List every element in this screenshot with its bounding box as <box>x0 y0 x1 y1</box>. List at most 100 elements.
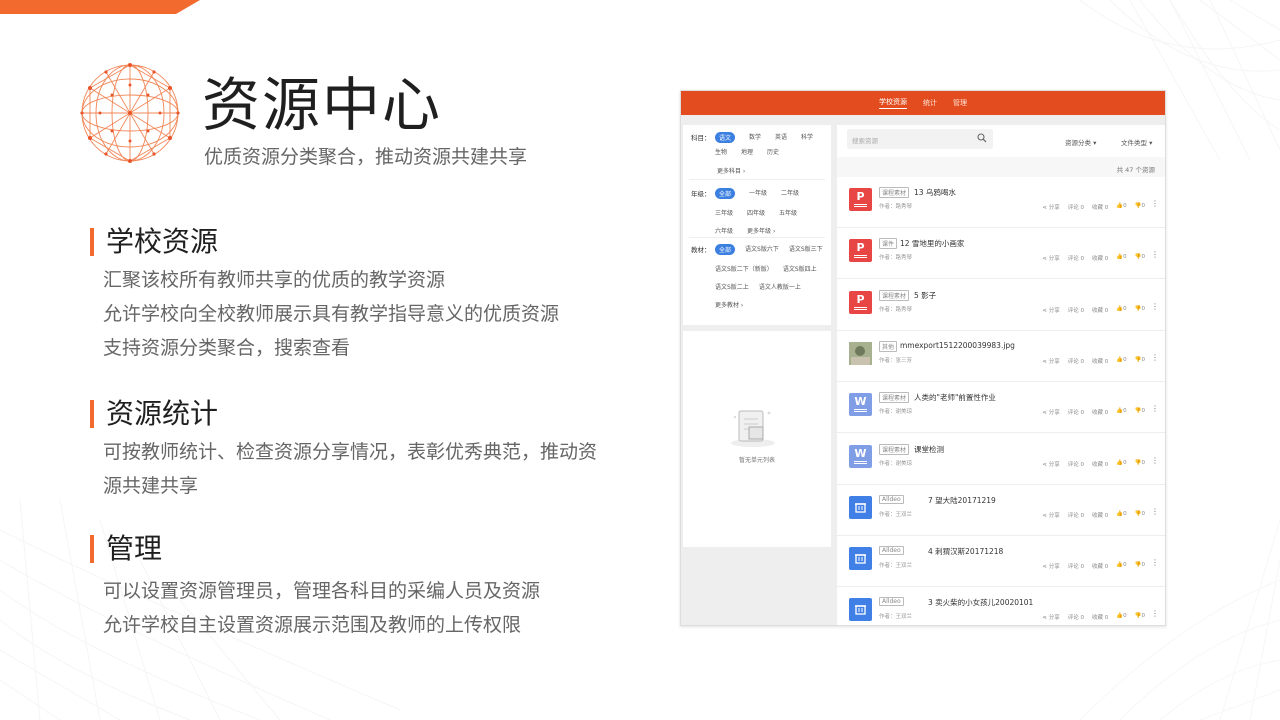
comment-button[interactable]: 评论 0 <box>1068 203 1084 211</box>
resource-title[interactable]: 3 卖火柴的小女孩儿20020101 <box>928 597 1033 608</box>
share-button[interactable]: ⋖ 分享 <box>1042 408 1059 416</box>
share-button[interactable]: ⋖ 分享 <box>1042 203 1059 211</box>
resource-item[interactable]: P 课件 12 雪地里的小画家 作者：路秀琴 ⋖ 分享 评论 0 收藏 0 👍0 👎0 ⋮ <box>837 228 1165 280</box>
resource-item[interactable]: W 课程素材 课堂检测 作者：谢美琼 ⋖ 分享 评论 0 收藏 0 👍0 👎0 ⋮ <box>837 434 1165 485</box>
more-options-icon[interactable]: ⋮ <box>1151 405 1159 413</box>
dislike-button[interactable]: 👎0 <box>1135 306 1145 314</box>
filter-option[interactable]: 地理 <box>741 147 753 156</box>
more-options-icon[interactable]: ⋮ <box>1151 610 1159 618</box>
dislike-button[interactable]: 👎0 <box>1135 613 1145 621</box>
resource-title[interactable]: 7 望大陆20171219 <box>928 495 996 506</box>
favorite-button[interactable]: 收藏 0 <box>1092 306 1108 314</box>
nav-tab-manage[interactable]: 管理 <box>953 98 967 108</box>
dislike-button[interactable]: 👎0 <box>1135 357 1145 365</box>
resource-item[interactable]: Alldeo 3 卖火柴的小女孩儿20020101 作者：王双兰 ⋖ 分享 评论 0 收藏… <box>837 587 1165 625</box>
comment-button[interactable]: 评论 0 <box>1068 511 1084 519</box>
resource-title[interactable]: 5 影子 <box>914 290 936 301</box>
favorite-button[interactable]: 收藏 0 <box>1092 511 1108 519</box>
filter-option[interactable]: 语文S版六下 <box>745 244 779 255</box>
filter-option[interactable]: 全部 <box>715 188 736 199</box>
resource-item[interactable]: P 课程素材 13 乌鸦喝水 作者：路秀琴 ⋖ 分享 评论 0 收藏 0 👍0 👎0 ⋮ <box>837 177 1165 228</box>
comment-button[interactable]: 评论 0 <box>1068 613 1084 621</box>
resource-item[interactable]: Alldeo 7 望大陆20171219 作者：王双兰 ⋖ 分享 评论 0 收藏 0 👍0 👎… <box>837 485 1165 536</box>
search-icon[interactable] <box>977 133 987 143</box>
share-button[interactable]: ⋖ 分享 <box>1042 357 1059 365</box>
like-button[interactable]: 👍0 <box>1116 306 1126 314</box>
more-options-icon[interactable]: ⋮ <box>1151 507 1159 516</box>
filter-option[interactable]: 二年级 <box>781 188 799 199</box>
like-button[interactable]: 👍0 <box>1116 460 1126 468</box>
share-button[interactable]: ⋖ 分享 <box>1042 460 1059 468</box>
more-grades-link[interactable]: 更多年级 › <box>747 226 775 235</box>
favorite-button[interactable]: 收藏 0 <box>1092 357 1108 365</box>
search-input[interactable]: 搜索资源 <box>847 129 993 149</box>
file-type-dropdown[interactable]: 文件类型 ▾ <box>1121 137 1152 147</box>
share-button[interactable]: ⋖ 分享 <box>1042 254 1059 262</box>
resource-item[interactable]: P 课程素材 5 影子 作者：路秀琴 ⋖ 分享 评论 0 收藏 0 👍0 👎0 ⋮ <box>837 280 1165 331</box>
resource-title[interactable]: 课堂检测 <box>914 444 944 455</box>
like-button[interactable]: 👍0 <box>1116 613 1126 621</box>
filter-option[interactable]: 数学 <box>749 132 761 143</box>
more-textbooks-link[interactable]: 更多教材 › <box>715 300 743 309</box>
resource-item[interactable]: Alldeo 4 刺猬汉斯20171218 作者：王双兰 ⋖ 分享 评论 0 收藏 0 👍0… <box>837 536 1165 588</box>
filter-option[interactable]: 科学 <box>801 132 813 143</box>
share-button[interactable]: ⋖ 分享 <box>1042 306 1059 314</box>
like-button[interactable]: 👍0 <box>1116 357 1126 365</box>
like-button[interactable]: 👍0 <box>1116 408 1126 416</box>
share-button[interactable]: ⋖ 分享 <box>1042 613 1059 621</box>
filter-option[interactable]: 三年级 <box>715 208 733 217</box>
filter-option[interactable]: 六年级 <box>715 226 733 235</box>
comment-button[interactable]: 评论 0 <box>1068 460 1084 468</box>
dislike-button[interactable]: 👎0 <box>1135 562 1145 570</box>
comment-button[interactable]: 评论 0 <box>1068 357 1084 365</box>
resource-title[interactable]: 人类的"老师"前置性作业 <box>914 392 996 403</box>
filter-option[interactable]: 语文S版三下 <box>789 244 823 255</box>
resource-category-dropdown[interactable]: 资源分类 ▾ <box>1065 137 1096 147</box>
favorite-button[interactable]: 收藏 0 <box>1092 408 1108 416</box>
filter-option[interactable]: 语文 <box>715 132 736 143</box>
favorite-button[interactable]: 收藏 0 <box>1092 203 1108 211</box>
dislike-button[interactable]: 👎0 <box>1135 408 1145 416</box>
nav-tab-school-resources[interactable]: 学校资源 <box>879 97 907 109</box>
share-button[interactable]: ⋖ 分享 <box>1042 511 1059 519</box>
filter-option[interactable]: 语文人教版一上 <box>759 282 801 291</box>
comment-button[interactable]: 评论 0 <box>1068 408 1084 416</box>
filter-option[interactable]: 英语 <box>775 132 787 143</box>
comment-button[interactable]: 评论 0 <box>1068 306 1084 314</box>
filter-option[interactable]: 语文S版二下（新版） <box>715 264 773 273</box>
filter-option[interactable]: 一年级 <box>749 188 767 199</box>
like-button[interactable]: 👍0 <box>1116 511 1126 519</box>
filter-option[interactable]: 全部 <box>715 244 736 255</box>
dislike-button[interactable]: 👎0 <box>1135 460 1145 468</box>
resource-item[interactable]: 其他 mmexport1512200039983.jpg 作者：张三芳 ⋖ 分享 评论 … <box>837 331 1165 382</box>
nav-tab-stats[interactable]: 统计 <box>923 98 937 108</box>
like-button[interactable]: 👍0 <box>1116 562 1126 570</box>
more-options-icon[interactable]: ⋮ <box>1151 302 1159 311</box>
filter-option[interactable]: 生物 <box>715 147 727 156</box>
more-subjects-link[interactable]: 更多科目 › <box>717 166 745 175</box>
dislike-button[interactable]: 👎0 <box>1135 203 1145 211</box>
like-button[interactable]: 👍0 <box>1116 254 1126 262</box>
resource-item[interactable]: W 课程素材 人类的"老师"前置性作业 作者：谢美琼 ⋖ 分享 评论 0 收藏 0 👍0 👎0 ⋮ <box>837 382 1165 434</box>
scrollbar[interactable] <box>826 331 831 547</box>
favorite-button[interactable]: 收藏 0 <box>1092 460 1108 468</box>
resource-title[interactable]: 13 乌鸦喝水 <box>914 187 956 198</box>
resource-title[interactable]: 4 刺猬汉斯20171218 <box>928 546 1003 557</box>
more-options-icon[interactable]: ⋮ <box>1151 353 1159 362</box>
filter-option[interactable]: 语文S版二上 <box>715 282 749 291</box>
resource-title[interactable]: mmexport1512200039983.jpg <box>900 341 1015 350</box>
favorite-button[interactable]: 收藏 0 <box>1092 613 1108 621</box>
dislike-button[interactable]: 👎0 <box>1135 511 1145 519</box>
dislike-button[interactable]: 👎0 <box>1135 254 1145 262</box>
favorite-button[interactable]: 收藏 0 <box>1092 254 1108 262</box>
share-button[interactable]: ⋖ 分享 <box>1042 562 1059 570</box>
comment-button[interactable]: 评论 0 <box>1068 562 1084 570</box>
filter-option[interactable]: 历史 <box>767 147 779 156</box>
more-options-icon[interactable]: ⋮ <box>1151 251 1159 259</box>
filter-option[interactable]: 语文S版四上 <box>783 264 817 273</box>
resource-title[interactable]: 12 雪地里的小画家 <box>900 238 964 249</box>
more-options-icon[interactable]: ⋮ <box>1151 200 1159 208</box>
comment-button[interactable]: 评论 0 <box>1068 254 1084 262</box>
filter-option[interactable]: 四年级 <box>747 208 765 217</box>
more-options-icon[interactable]: ⋮ <box>1151 559 1159 567</box>
